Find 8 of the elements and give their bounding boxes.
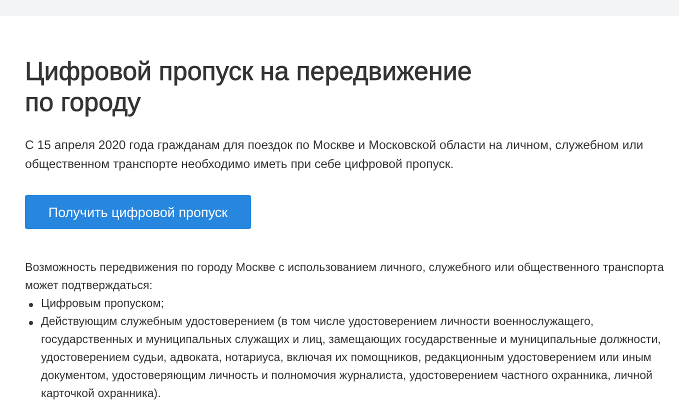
bullet-icon — [29, 321, 33, 325]
details-paragraph: Возможность передвижения по городу Москве с использованием личного, служебного или общественного транспорта может подтверждаться: — [25, 260, 665, 294]
list-item: Цифровым пропуском; — [41, 296, 165, 312]
intro-paragraph: С 15 апреля 2020 года гражданам для поездок по Москве и Московской области на личном, служебном или общественном транспорте необходимо иметь при себе цифровой пропуск. — [25, 137, 644, 173]
bullet-icon — [29, 303, 33, 307]
list-item: Действующим служебным удостоверением (в том числе удостоверением личности военнослужащего, государственных и муниципальных служащих и лиц, замещающих государственные и муниципальные должности, удостоверением судьи, адвоката, нотариуса, включая их помощников, редакционным удостоверением или иным документом, удостоверяющим личность и полномочия журналиста, удостоверением частного охранника, личной карточкой охранника). — [41, 314, 662, 400]
get-pass-button[interactable]: Получить цифровой пропуск — [25, 195, 251, 229]
page-title: Цифровой пропуск на передвижение по городу — [25, 56, 473, 118]
